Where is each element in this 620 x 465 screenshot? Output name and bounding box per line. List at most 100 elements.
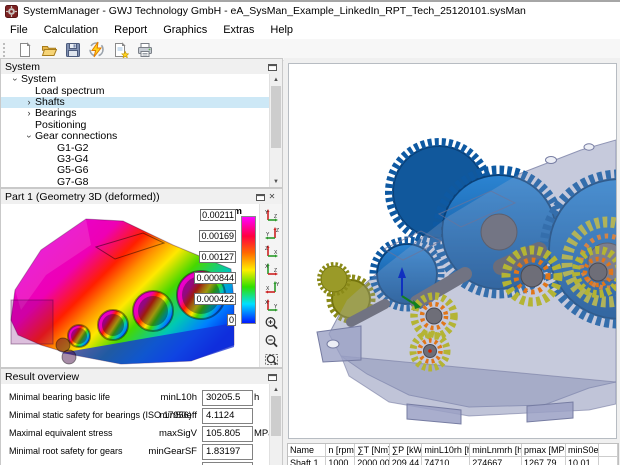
svg-text:X: X — [274, 250, 278, 256]
menu-report[interactable]: Report — [106, 22, 155, 38]
result-label: Minimal bearing basic life — [9, 392, 110, 402]
menu-calculation[interactable]: Calculation — [36, 22, 106, 38]
svg-text:Y: Y — [274, 304, 278, 310]
col-torque: ∑T [Nm] — [355, 444, 390, 457]
tree-item-gear-connections[interactable]: › Gear connections — [1, 131, 282, 142]
col-n-rpm: n [rpm] — [326, 444, 355, 457]
view-yz-button[interactable]: YZ — [262, 207, 281, 223]
toolbar-grip[interactable] — [3, 43, 8, 57]
shaft-results-table[interactable]: Name n [rpm] ∑T [Nm] ∑P [kW] minL10rh [h… — [287, 443, 619, 465]
zoom-out-button[interactable] — [262, 333, 281, 349]
legend-value: 0.00127 — [199, 251, 236, 263]
open-file-button[interactable] — [38, 40, 59, 59]
view-xz-button[interactable]: XZ — [262, 261, 281, 277]
expander-icon[interactable]: › — [23, 108, 35, 119]
result-value-field[interactable]: 105.805 — [202, 426, 253, 442]
title-bar: SystemManager - GWJ Technology GmbH - eA… — [0, 2, 620, 20]
scroll-down-icon[interactable]: ▼ — [270, 176, 282, 187]
calculate-icon — [88, 41, 105, 58]
expander-icon[interactable]: › — [10, 74, 21, 86]
cell-minL10rh: 74710 — [422, 457, 470, 465]
view-xy-button[interactable]: XY — [262, 297, 281, 313]
tree-item-label: G7-G8 — [57, 177, 89, 187]
result-symbol: minGearSF — [119, 446, 197, 457]
calculate-button[interactable] — [86, 40, 107, 59]
tree-item-g7-g8[interactable]: G7-G8 — [1, 177, 282, 187]
tree-item-g3-g4[interactable]: G3-G4 — [1, 154, 282, 165]
col-name: Name — [288, 444, 326, 457]
menu-graphics[interactable]: Graphics — [155, 22, 215, 38]
result-symbol: maxSigV — [119, 428, 197, 439]
new-file-button[interactable] — [14, 40, 35, 59]
scrollbar-thumb[interactable] — [271, 86, 281, 148]
part1-viewport[interactable]: mm 0.00211 0.00169 0.00127 0.000844 0.00… — [1, 204, 282, 367]
legend-value: 0.000844 — [194, 272, 236, 284]
col-clipped — [599, 444, 618, 457]
new-file-icon — [17, 42, 33, 58]
part1-panel-header: Part 1 (Geometry 3D (deformed)) ✕ — [1, 189, 282, 205]
result-value-field[interactable]: 30205.5 — [202, 390, 253, 406]
legend-value: 0.00211 — [200, 209, 236, 221]
legend-value: 0.00169 — [199, 230, 236, 242]
system-panel: System › System Load spectrum › Shafts ›… — [0, 58, 283, 188]
legend-value: 0 — [227, 314, 236, 326]
view-zy-button[interactable]: ZY — [262, 225, 281, 241]
scroll-up-icon[interactable]: ▲ — [270, 384, 282, 395]
cell-pmax: 1267.79 — [522, 457, 566, 465]
svg-text:Z: Z — [276, 228, 279, 234]
results-scrollbar[interactable]: ▲ — [269, 384, 282, 465]
tree-item-system[interactable]: › System — [1, 74, 282, 85]
expander-icon[interactable]: › — [23, 97, 35, 108]
result-value-field[interactable]: 4.1124 — [202, 408, 253, 424]
view-zx-button[interactable]: ZX — [262, 243, 281, 259]
zoom-window-button[interactable] — [262, 351, 281, 367]
tree-item-label: Positioning — [35, 120, 86, 131]
cell-clipped — [599, 457, 618, 465]
menu-extras[interactable]: Extras — [215, 22, 262, 38]
color-scale-bar — [241, 216, 256, 324]
report-button[interactable] — [110, 40, 131, 59]
float-window-icon[interactable] — [266, 371, 278, 382]
gearbox-3d-render — [289, 64, 616, 438]
tree-item-g5-g6[interactable]: G5-G6 — [1, 165, 282, 176]
result-row: Minimal static safety for bearings (ISO … — [1, 408, 269, 424]
application-window: SystemManager - GWJ Technology GmbH - eA… — [0, 0, 620, 465]
result-symbol: minS0eff — [119, 410, 197, 421]
svg-text:Y: Y — [276, 282, 279, 288]
tree-item-g1-g2[interactable]: G1-G2 — [1, 142, 282, 153]
save-button[interactable] — [62, 40, 83, 59]
view-yx-button[interactable]: YX — [262, 279, 281, 295]
tree-item-label: Gear connections — [35, 131, 117, 142]
tree-item-label: G1-G2 — [57, 143, 89, 154]
tree-scrollbar[interactable]: ▲ ▼ — [269, 74, 282, 187]
menu-help[interactable]: Help — [262, 22, 301, 38]
results-panel-title: Result overview — [5, 371, 266, 383]
table-row-shaft1[interactable]: Shaft 1 1000 2000.00 209.44 74710 274667… — [288, 457, 618, 465]
float-window-icon[interactable] — [254, 191, 266, 202]
close-icon[interactable]: ✕ — [266, 191, 278, 202]
tree-item-label: G5-G6 — [57, 165, 89, 176]
legend-value: 0.000422 — [194, 293, 236, 305]
gearbox-3d-view[interactable] — [288, 63, 617, 439]
float-window-icon[interactable] — [266, 61, 278, 72]
window-title: SystemManager - GWJ Technology GmbH - eA… — [23, 5, 526, 17]
cell-minLnmrh: 274667 — [470, 457, 522, 465]
tree-item-label: Bearings — [35, 108, 76, 119]
print-icon — [137, 42, 153, 58]
cell-name: Shaft 1 — [288, 457, 326, 465]
scroll-up-icon[interactable]: ▲ — [270, 74, 282, 85]
zoom-in-button[interactable] — [262, 315, 281, 331]
result-label: Maximal equivalent stress — [9, 428, 113, 438]
print-button[interactable] — [134, 40, 155, 59]
result-label: Minimal root safety for gears — [9, 446, 123, 456]
result-row: Minimal bearing basic life minL10h 30205… — [1, 390, 269, 406]
tree-item-label: Load spectrum — [35, 86, 104, 97]
result-value-field[interactable]: 1.83197 — [202, 444, 253, 460]
menu-bar: File Calculation Report Graphics Extras … — [0, 20, 620, 39]
scrollbar-thumb[interactable] — [271, 396, 281, 436]
expander-icon[interactable]: › — [24, 131, 35, 143]
result-row: Minimal root safety for gears minGearSF … — [1, 444, 269, 460]
tree-item-bearings[interactable]: › Bearings — [1, 108, 282, 119]
menu-file[interactable]: File — [2, 22, 36, 38]
result-unit: h — [254, 392, 259, 403]
